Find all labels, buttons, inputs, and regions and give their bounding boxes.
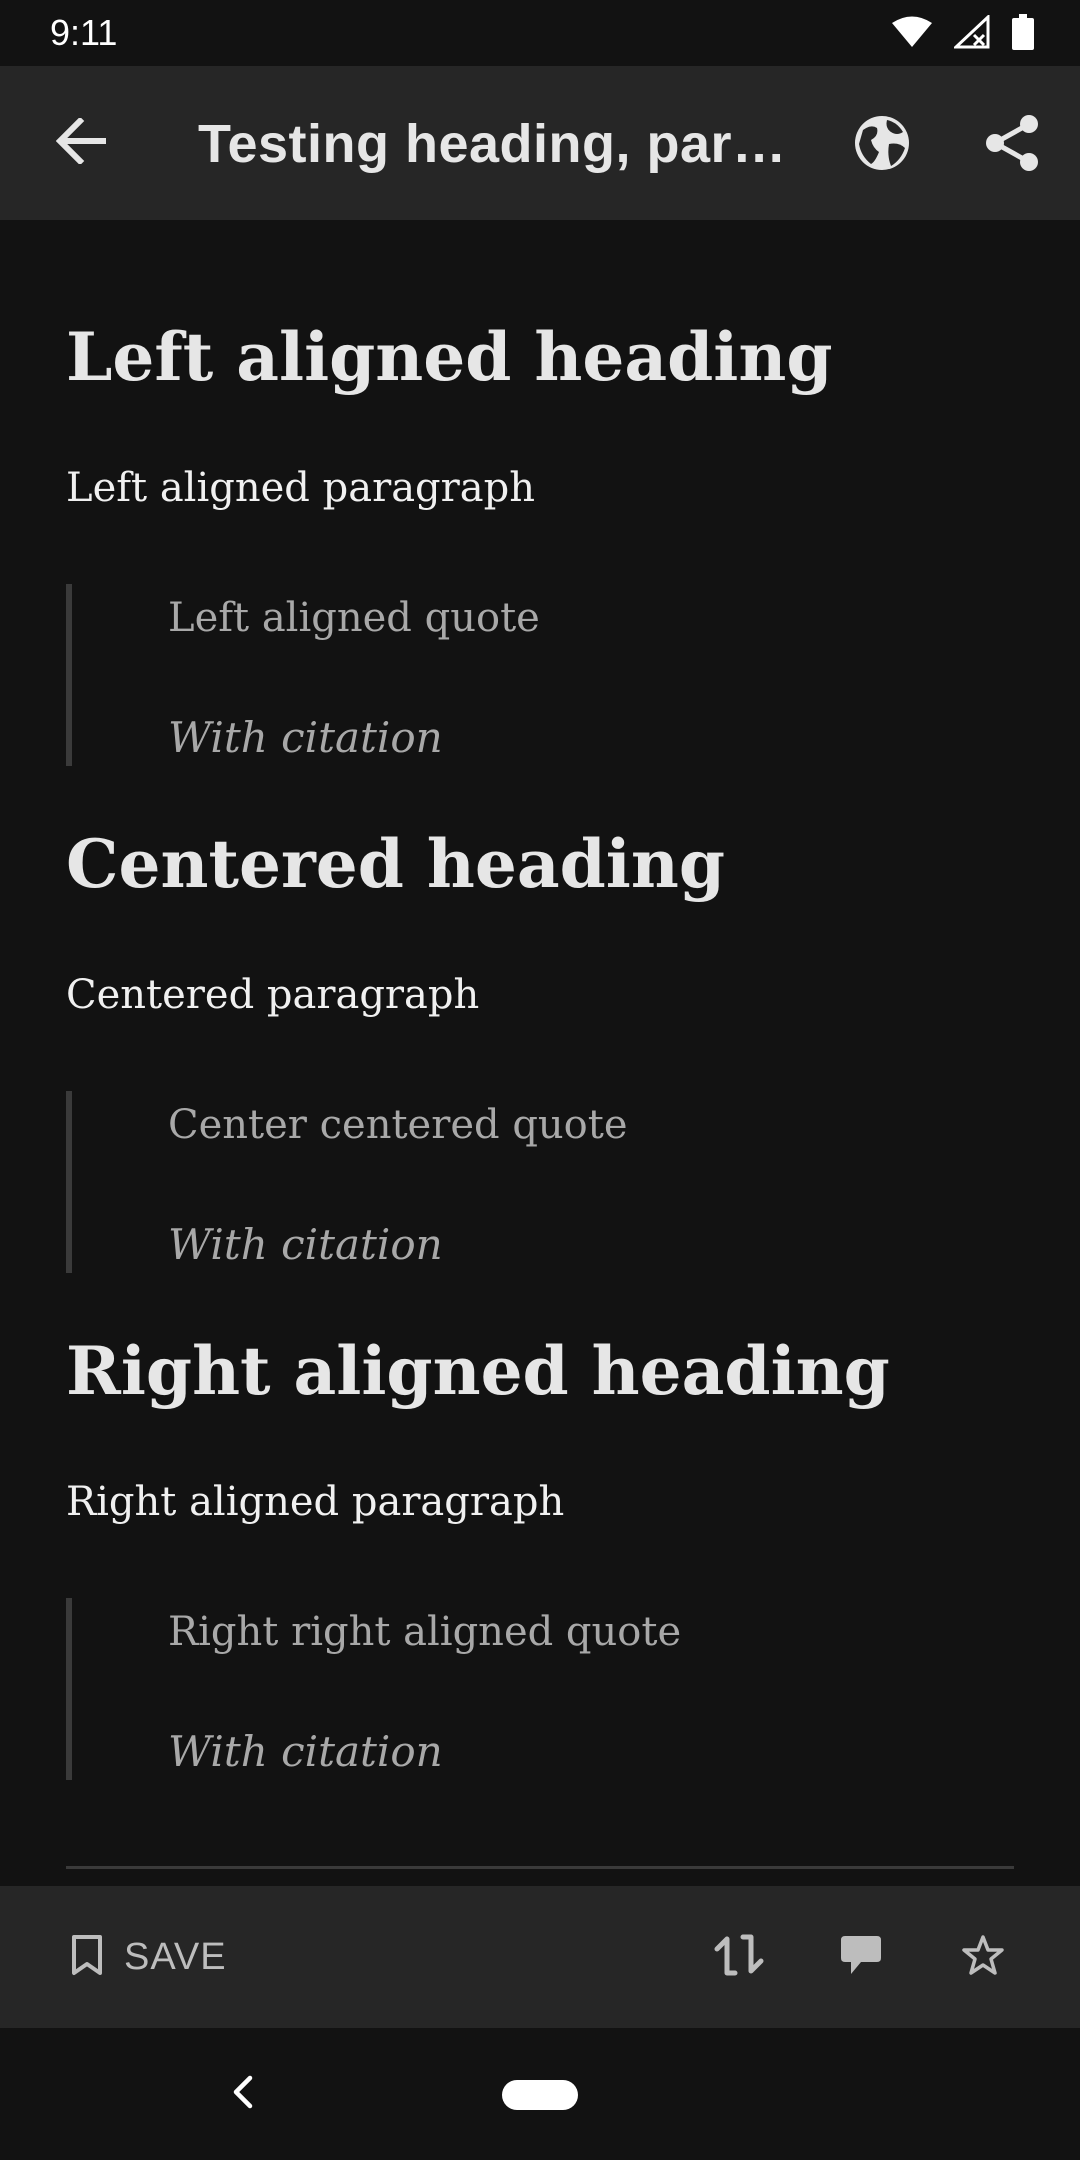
nav-home-pill[interactable] xyxy=(502,2080,578,2110)
back-button[interactable] xyxy=(44,106,118,180)
section-paragraph: Centered paragraph xyxy=(66,972,480,1018)
swap-button[interactable] xyxy=(708,1926,770,1988)
section-paragraph: Right aligned paragraph xyxy=(66,1479,565,1525)
section-heading: Right aligned heading xyxy=(66,1332,890,1410)
divider xyxy=(66,1866,1014,1869)
blockquote: Right right aligned quote With citation xyxy=(66,1598,1014,1780)
comment-icon xyxy=(839,1934,883,1981)
share-icon xyxy=(985,114,1039,177)
battery-icon xyxy=(1012,14,1034,55)
open-in-browser-button[interactable] xyxy=(846,109,918,181)
blockquote: Left aligned quote With citation xyxy=(66,584,1014,766)
blockquote: Center centered quote With citation xyxy=(66,1091,1014,1273)
status-time: 9:11 xyxy=(50,12,118,53)
system-nav-bar xyxy=(0,2028,1080,2160)
quote-citation: With citation xyxy=(168,713,443,762)
signal-icon xyxy=(952,13,990,54)
page-title: Testing heading, para… xyxy=(198,114,798,174)
app-bar: Testing heading, para… xyxy=(0,66,1080,220)
nav-back-button[interactable] xyxy=(214,2062,270,2126)
chevron-left-icon xyxy=(230,2074,254,2115)
share-button[interactable] xyxy=(976,109,1048,181)
star-outline-icon xyxy=(961,1934,1005,1981)
comment-button[interactable] xyxy=(830,1926,892,1988)
quote-citation: With citation xyxy=(168,1727,443,1776)
save-button[interactable]: SAVE xyxy=(70,1926,227,1988)
quote-citation: With citation xyxy=(168,1220,443,1269)
wifi-icon xyxy=(892,16,932,53)
status-bar: 9:11 xyxy=(0,0,1080,66)
quote-text: Left aligned quote xyxy=(168,595,540,641)
swap-icon xyxy=(713,1933,765,1982)
arrow-back-icon xyxy=(55,116,107,169)
status-icons xyxy=(892,13,1034,55)
globe-icon xyxy=(853,114,911,177)
favorite-button[interactable] xyxy=(952,1926,1014,1988)
save-label: SAVE xyxy=(124,1935,227,1978)
bottom-action-bar: SAVE xyxy=(0,1886,1080,2028)
section-paragraph: Left aligned paragraph xyxy=(66,465,535,511)
quote-text: Center centered quote xyxy=(168,1102,628,1148)
bookmark-icon xyxy=(70,1934,104,1981)
quote-text: Right right aligned quote xyxy=(168,1609,682,1655)
section-heading: Centered heading xyxy=(66,825,725,903)
section-heading: Left aligned heading xyxy=(66,318,833,396)
